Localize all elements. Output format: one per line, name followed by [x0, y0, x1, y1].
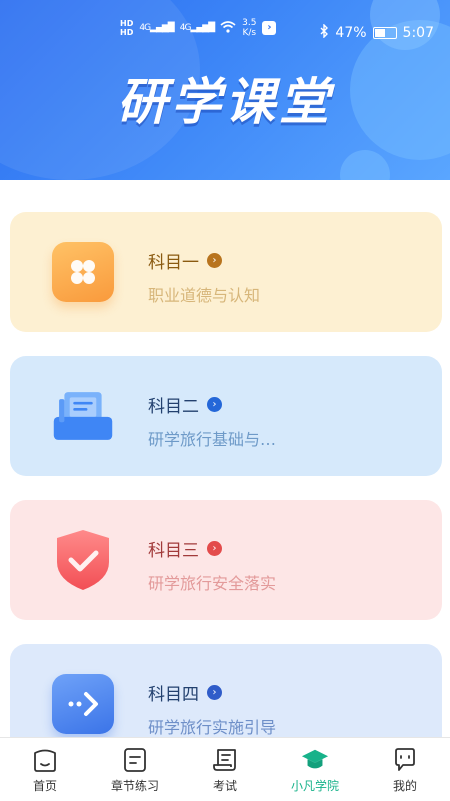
subject-card-1[interactable]: 科目一 › 职业道德与认知	[10, 212, 442, 332]
tab-label: 我的	[392, 779, 417, 793]
battery-icon	[372, 27, 397, 39]
subject-subtitle: 研学旅行实施引导	[148, 718, 277, 737]
signal-icon: 4G▂▄▆█	[179, 23, 215, 33]
flower-icon	[52, 242, 114, 302]
chevron-right-icon: ›	[207, 397, 222, 412]
subject-title: 科目二 ›	[148, 392, 222, 417]
home-icon	[31, 746, 59, 774]
chevron-right-icon: ›	[207, 685, 222, 700]
shield-check-icon	[52, 530, 114, 590]
tab-mine[interactable]: 我的	[360, 738, 450, 801]
subject-title: 科目一 ›	[148, 248, 222, 273]
notebook-icon	[121, 746, 149, 774]
clock: 5:07	[402, 25, 434, 41]
chevron-right-icon: ›	[207, 541, 222, 556]
hd-indicators: HD HD	[120, 19, 133, 37]
bottom-tab-bar: 首页 章节练习 考试 小凡学院 我的	[0, 737, 450, 801]
status-bar: HD HD 4G▂▄▆█ 4G▂▄▆█ 3.5 K/s › 47% 5:07	[0, 0, 450, 44]
tab-label: 首页	[32, 779, 57, 793]
subject-subtitle: 研学旅行基础与…	[148, 430, 277, 449]
wifi-icon	[220, 20, 236, 36]
status-right: 47% 5:07	[320, 23, 434, 42]
signal-icon: 4G▂▄▆█	[139, 23, 174, 33]
header-banner: HD HD 4G▂▄▆█ 4G▂▄▆█ 3.5 K/s › 47% 5:07 研…	[0, 0, 450, 180]
bluetooth-icon	[320, 23, 329, 42]
hd-badge: HD	[120, 28, 134, 37]
subject-card-3[interactable]: 科目三 › 研学旅行安全落实	[10, 500, 442, 620]
page-title: 研学课堂	[117, 73, 333, 131]
subject-subtitle: 职业道德与认知	[148, 286, 261, 305]
arrow-right-icon	[52, 674, 114, 734]
graduation-cap-icon	[301, 746, 329, 774]
subject-title: 科目四 ›	[148, 680, 222, 705]
hd-badge: HD	[120, 19, 134, 28]
network-speed: 3.5 K/s	[242, 18, 257, 38]
tab-label: 考试	[212, 779, 237, 793]
status-left: HD HD 4G▂▄▆█ 4G▂▄▆█ 3.5 K/s ›	[120, 18, 277, 38]
subject-subtitle: 研学旅行安全落实	[148, 574, 277, 593]
tab-home[interactable]: 首页	[0, 738, 90, 801]
tab-exam[interactable]: 考试	[180, 738, 270, 801]
subject-title: 科目三 ›	[148, 536, 222, 561]
tab-label: 小凡学院	[290, 779, 339, 793]
decor-blob	[340, 150, 390, 180]
file-tray-icon	[52, 386, 114, 446]
scroll-icon	[211, 746, 239, 774]
app-notification-icon: ›	[262, 21, 277, 35]
chevron-right-icon: ›	[207, 253, 222, 268]
subject-list: 科目一 › 职业道德与认知 科目二 › 研学旅行基础与… 科目三 › 研学旅行安…	[10, 212, 442, 788]
battery-percent: 47%	[335, 25, 367, 41]
tab-chapter-practice[interactable]: 章节练习	[90, 738, 180, 801]
subject-card-2[interactable]: 科目二 › 研学旅行基础与…	[10, 356, 442, 476]
tab-academy[interactable]: 小凡学院	[270, 738, 360, 801]
tab-label: 章节练习	[110, 779, 159, 793]
profile-icon	[391, 746, 419, 774]
